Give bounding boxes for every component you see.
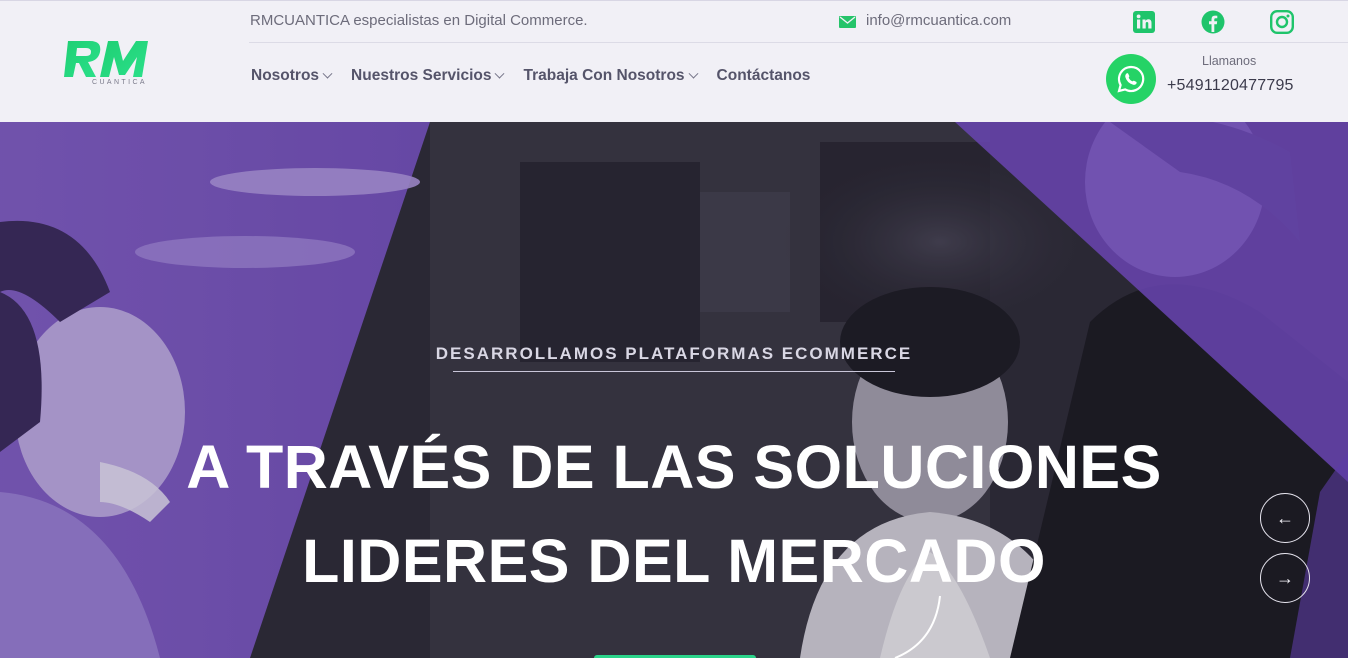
nav-label: Nuestros Servicios <box>351 67 492 84</box>
hero-title-line-2: LIDERES DEL MERCADO <box>302 527 1046 595</box>
facebook-link[interactable] <box>1201 10 1225 34</box>
call-label: Llamanos <box>1202 54 1257 68</box>
site-header: CUANTICA RMCUANTICA especialistas en Dig… <box>0 0 1348 122</box>
slider-next-button[interactable]: → <box>1260 553 1310 603</box>
nav-item-trabaja[interactable]: Trabaja Con Nosotros <box>523 67 698 85</box>
hero-title-line-1: A TRAVÉS DE LAS SOLUCIONES <box>186 433 1162 501</box>
linkedin-link[interactable] <box>1132 10 1156 34</box>
nav-item-servicios[interactable]: Nuestros Servicios <box>351 67 505 85</box>
site-logo[interactable]: CUANTICA <box>62 35 154 91</box>
nav-label: Nosotros <box>251 67 320 84</box>
chevron-down-icon <box>688 68 698 79</box>
logo-subtext: CUANTICA <box>92 79 147 86</box>
arrow-left-icon: ← <box>1276 507 1294 528</box>
chevron-down-icon <box>495 68 505 79</box>
phone-number[interactable]: +5491120477795 <box>1167 77 1294 95</box>
facebook-icon <box>1201 10 1225 34</box>
email-link[interactable]: info@rmcuantica.com <box>866 12 1011 29</box>
contact-email[interactable]: info@rmcuantica.com <box>839 12 1011 29</box>
top-bar: RMCUANTICA especialistas en Digital Comm… <box>249 1 1348 43</box>
chevron-down-icon <box>322 68 333 79</box>
kicker-underline <box>453 371 895 372</box>
whatsapp-button[interactable] <box>1106 54 1156 104</box>
hero-kicker: DESARROLLAMOS PLATAFORMAS ECOMMERCE <box>435 344 913 363</box>
envelope-icon <box>839 15 856 28</box>
linkedin-icon <box>1133 11 1155 33</box>
hero-slider: DESARROLLAMOS PLATAFORMAS ECOMMERCE A TR… <box>0 122 1348 658</box>
nav-item-nosotros[interactable]: Nosotros <box>251 67 333 85</box>
instagram-link[interactable] <box>1270 10 1294 34</box>
main-nav: Nosotros Nuestros Servicios Trabaja Con … <box>251 67 830 85</box>
nav-item-contacto[interactable]: Contáctanos <box>717 67 811 85</box>
nav-label: Trabaja Con Nosotros <box>523 67 685 84</box>
whatsapp-icon <box>1117 65 1145 93</box>
slider-prev-button[interactable]: ← <box>1260 493 1310 543</box>
nav-label: Contáctanos <box>716 67 811 84</box>
tagline: RMCUANTICA especialistas en Digital Comm… <box>250 12 588 29</box>
arrow-right-icon: → <box>1276 567 1294 588</box>
instagram-icon <box>1270 10 1294 34</box>
